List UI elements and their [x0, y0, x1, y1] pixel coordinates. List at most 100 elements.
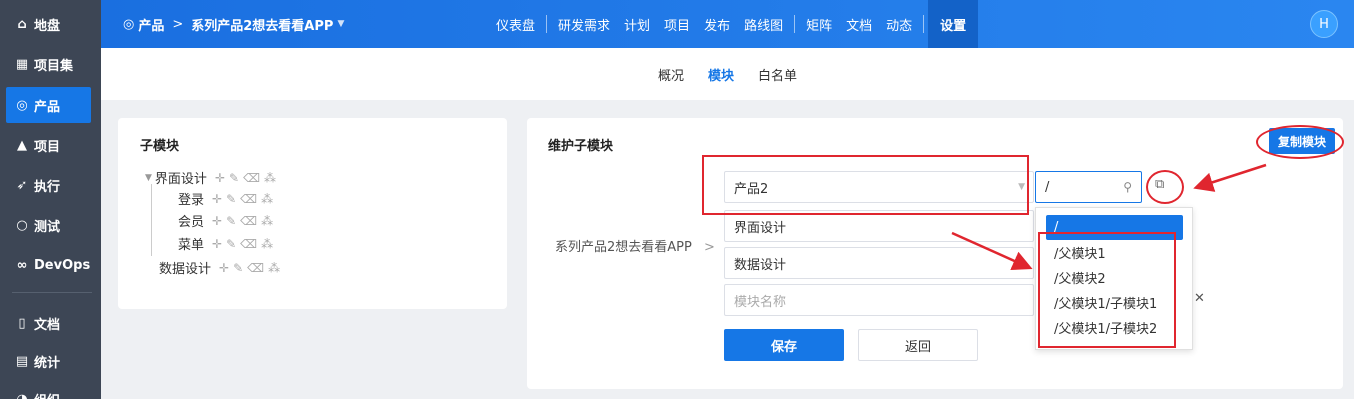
settings-subtabs: 概况 模块 白名单: [101, 48, 1354, 100]
sidebar-item-programs[interactable]: ▦ 项目集: [0, 46, 101, 82]
delete-icon[interactable]: ⌫: [240, 192, 257, 206]
card-title: 维护子模块: [548, 139, 614, 154]
breadcrumb-module[interactable]: 产品: [138, 15, 164, 34]
delete-icon[interactable]: ⌫: [240, 214, 257, 228]
tab-overview[interactable]: 概况: [658, 65, 684, 84]
tree-node-label: 登录: [178, 193, 205, 208]
parent-arrow: >: [703, 240, 715, 255]
edit-icon[interactable]: ✎: [233, 261, 243, 275]
rocket-icon: ▲: [17, 137, 27, 153]
nav-project[interactable]: 项目: [657, 15, 697, 34]
nav-divider: [923, 15, 925, 33]
delete-icon[interactable]: ⌫: [240, 237, 257, 251]
search-icon: ○: [16, 217, 28, 233]
dropdown-option[interactable]: /父模块2: [1036, 265, 1192, 290]
tree-node[interactable]: 数据设计 ✛ ✎ ⌫ ⁂: [159, 258, 280, 278]
card-title: 子模块: [140, 139, 180, 154]
nav-doc[interactable]: 文档: [839, 15, 879, 34]
tree-node-actions: ✛ ✎ ⌫ ⁂: [219, 261, 280, 275]
sidebar-item-execution[interactable]: ➶ 执行: [0, 167, 101, 203]
move-icon[interactable]: ✛: [215, 171, 225, 185]
back-button[interactable]: 返回: [858, 329, 978, 361]
product-switcher[interactable]: 系列产品2想去看看APP: [191, 15, 333, 34]
nav-stories[interactable]: 研发需求: [551, 15, 617, 34]
delete-icon[interactable]: ⌫: [247, 261, 264, 275]
tree-node[interactable]: 登录 ✛ ✎ ⌫ ⁂: [178, 189, 273, 209]
avatar[interactable]: H: [1310, 10, 1338, 38]
sidebar-item-devops[interactable]: ∞ DevOps: [0, 247, 101, 283]
tree-node[interactable]: ▼ 界面设计 ✛ ✎ ⌫ ⁂: [145, 168, 276, 188]
search-icon: ⚲: [1123, 180, 1132, 194]
breadcrumb: ◎ 产品 > 系列产品2想去看看APP ▼: [123, 0, 344, 48]
maintain-submodule-card: 维护子模块 复制模块 产品2 ▼ / ⚲ ⧉ 系列产品2想去看看APP > 界面…: [527, 118, 1343, 389]
submodule-name-value: 数据设计: [734, 257, 787, 273]
tree-node[interactable]: 菜单 ✛ ✎ ⌫ ⁂: [178, 234, 273, 254]
chevron-down-icon: ▼: [1018, 182, 1025, 192]
dropdown-option[interactable]: /父模块1/子模块2: [1036, 315, 1192, 340]
child-icon[interactable]: ⁂: [261, 214, 273, 228]
module-name-input[interactable]: 模块名称: [724, 284, 1034, 316]
bulb-icon: ◎: [16, 97, 28, 113]
sidebar-item-stats[interactable]: ▤ 统计: [0, 343, 101, 379]
move-icon[interactable]: ✛: [219, 261, 229, 275]
nav-dynamic[interactable]: 动态: [879, 15, 919, 34]
product-nav: 仪表盘 研发需求 计划 项目 发布 路线图 矩阵 文档 动态 设置: [489, 0, 979, 48]
edit-icon[interactable]: ✎: [226, 214, 236, 228]
edit-icon[interactable]: ✎: [226, 192, 236, 206]
doc-icon: ▯: [18, 315, 26, 331]
infinity-icon: ∞: [16, 257, 28, 273]
run-icon: ➶: [16, 177, 28, 193]
bulb-icon: ◎: [123, 16, 135, 32]
top-navbar: ◎ 产品 > 系列产品2想去看看APP ▼ 仪表盘 研发需求 计划 项目 发布 …: [101, 0, 1354, 48]
parent-module-label: 系列产品2想去看看APP >: [555, 236, 715, 255]
move-icon[interactable]: ✛: [212, 214, 222, 228]
copy-icon[interactable]: ⧉: [1155, 177, 1164, 192]
edit-icon[interactable]: ✎: [229, 171, 239, 185]
child-icon[interactable]: ⁂: [268, 261, 280, 275]
edit-icon[interactable]: ✎: [226, 237, 236, 251]
module-search-input[interactable]: / ⚲: [1035, 171, 1142, 203]
nav-dashboard[interactable]: 仪表盘: [489, 15, 542, 34]
sidebar-item-product[interactable]: ◎ 产品: [6, 87, 91, 123]
copy-module-button[interactable]: 复制模块: [1269, 128, 1335, 154]
tab-whitelist[interactable]: 白名单: [758, 65, 797, 84]
dropdown-option[interactable]: /: [1046, 215, 1183, 240]
submodule-name-field[interactable]: 界面设计: [724, 210, 1034, 242]
grid-icon: ▦: [15, 56, 29, 72]
nav-release[interactable]: 发布: [697, 15, 737, 34]
tree-node[interactable]: 会员 ✛ ✎ ⌫ ⁂: [178, 211, 273, 231]
sidebar-item-label: 组织: [34, 390, 60, 399]
move-icon[interactable]: ✛: [212, 237, 222, 251]
sidebar-item-project[interactable]: ▲ 项目: [0, 127, 101, 163]
delete-icon[interactable]: ⌫: [243, 171, 260, 185]
close-icon[interactable]: ✕: [1194, 291, 1205, 306]
child-icon[interactable]: ⁂: [264, 171, 276, 185]
sidebar-item-label: 产品: [34, 99, 61, 115]
sidebar-item-label: 执行: [34, 179, 61, 195]
save-button[interactable]: 保存: [724, 329, 844, 361]
sidebar-item-org[interactable]: ◔ 组织: [0, 381, 101, 399]
nav-roadmap[interactable]: 路线图: [737, 15, 790, 34]
sidebar-item-label: 文档: [34, 317, 61, 333]
nav-settings[interactable]: 设置: [928, 0, 979, 48]
dropdown-option[interactable]: /父模块1/子模块1: [1036, 290, 1192, 315]
sidebar-item-label: 项目集: [34, 58, 74, 74]
caret-down-icon[interactable]: ▼: [145, 173, 152, 183]
submodule-name-field[interactable]: 数据设计: [724, 247, 1034, 279]
submodule-name-value: 界面设计: [734, 220, 787, 236]
submodule-tree-card: 子模块 ▼ 界面设计 ✛ ✎ ⌫ ⁂ 登录 ✛ ✎ ⌫ ⁂ 会员 ✛ ✎ ⌫ ⁂ 菜单 ✛ ✎ ⌫ ⁂ …: [118, 118, 507, 309]
nav-matrix[interactable]: 矩阵: [799, 15, 839, 34]
sidebar-item-test[interactable]: ○ 测试: [0, 207, 101, 243]
tab-module[interactable]: 模块: [708, 65, 734, 84]
product-select[interactable]: 产品2 ▼: [724, 171, 1034, 203]
move-icon[interactable]: ✛: [212, 192, 222, 206]
child-icon[interactable]: ⁂: [261, 192, 273, 206]
child-icon[interactable]: ⁂: [261, 237, 273, 251]
sidebar-item-doc[interactable]: ▯ 文档: [0, 305, 101, 341]
sidebar-item-label: 地盘: [34, 18, 61, 34]
sidebar-item-label: 测试: [34, 219, 61, 235]
dropdown-option[interactable]: /父模块1: [1036, 240, 1192, 265]
nav-plan[interactable]: 计划: [617, 15, 657, 34]
sidebar-item-home[interactable]: ⌂ 地盘: [0, 6, 101, 42]
chevron-down-icon[interactable]: ▼: [337, 19, 344, 29]
